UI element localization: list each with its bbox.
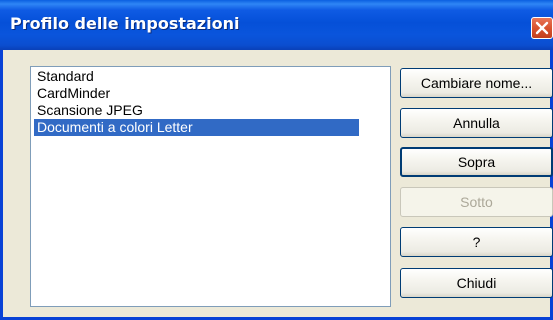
close-window-button[interactable] xyxy=(531,17,553,39)
profile-list-item-documenti-a-colori-letter[interactable]: Documenti a colori Letter xyxy=(34,119,359,136)
profile-list-item-scansione-jpeg[interactable]: Scansione JPEG xyxy=(34,102,359,119)
move-down-button: Sotto xyxy=(400,187,553,217)
close-icon xyxy=(535,21,549,35)
profile-list-item-standard[interactable]: Standard xyxy=(34,68,359,85)
profile-list[interactable]: Standard CardMinder Scansione JPEG Docum… xyxy=(30,66,391,307)
cancel-button[interactable]: Annulla xyxy=(400,108,553,138)
rename-button[interactable]: Cambiare nome... xyxy=(400,68,553,98)
close-button[interactable]: Chiudi xyxy=(400,268,553,298)
profile-settings-dialog: Profilo delle impostazioni Standard Card… xyxy=(0,0,553,320)
dialog-title: Profilo delle impostazioni xyxy=(10,14,240,33)
move-up-button[interactable]: Sopra xyxy=(400,147,553,177)
profile-list-item-cardminder[interactable]: CardMinder xyxy=(34,85,359,102)
help-button[interactable]: ? xyxy=(400,227,553,257)
title-bar[interactable]: Profilo delle impostazioni xyxy=(0,0,553,50)
